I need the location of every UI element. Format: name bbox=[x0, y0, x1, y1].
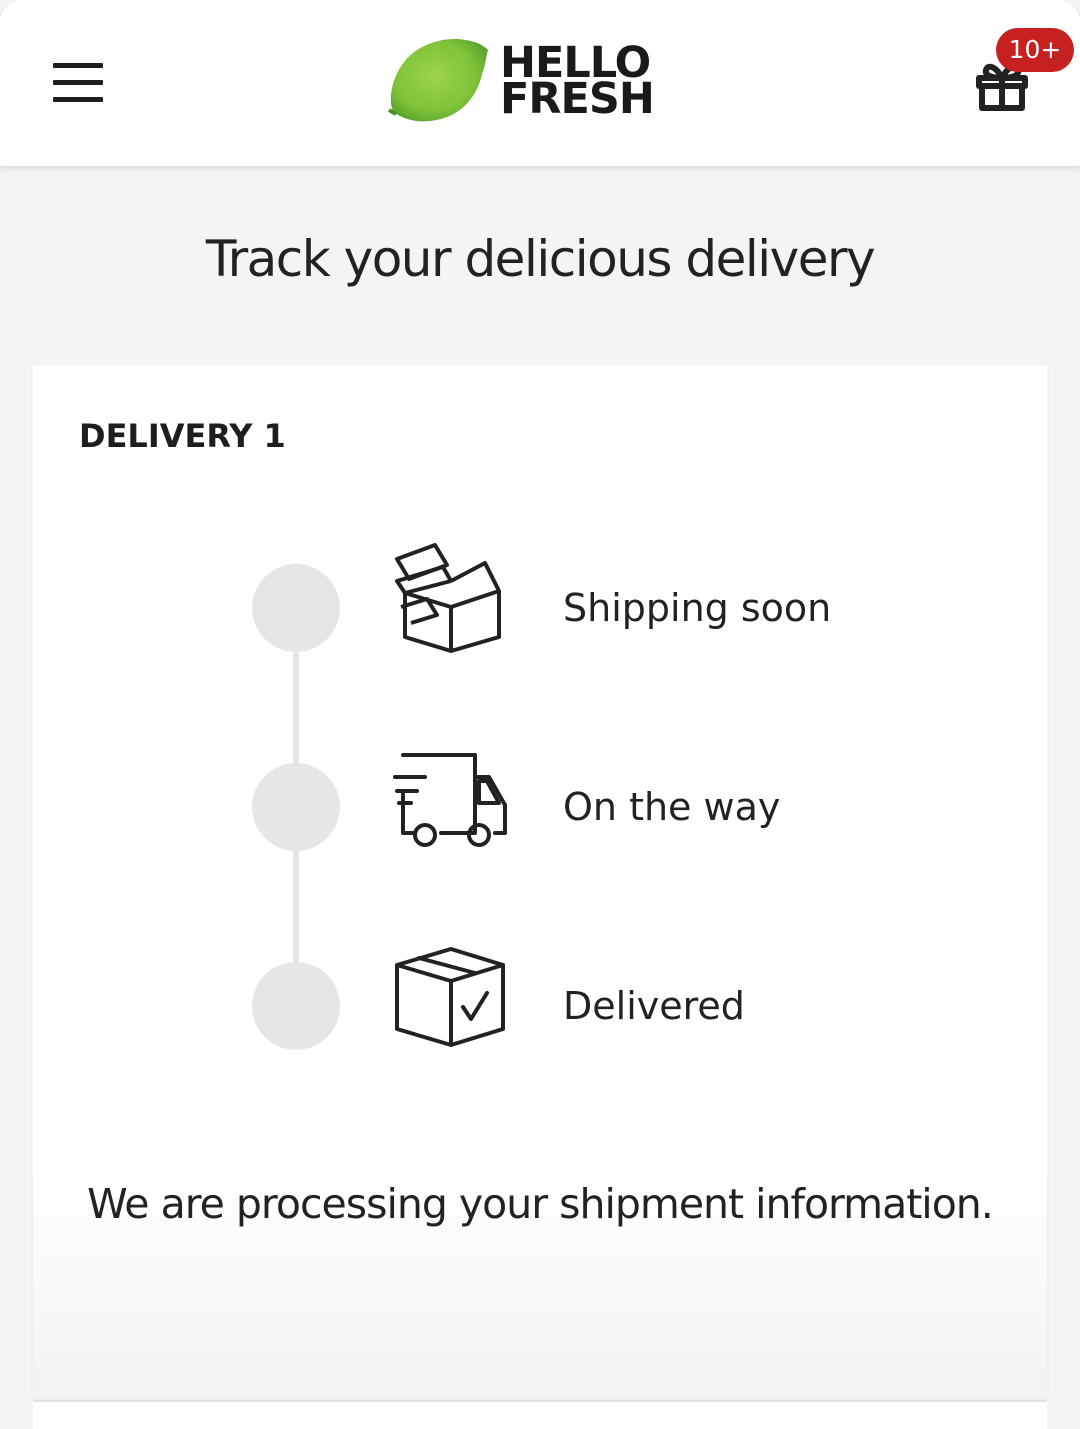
page-title: Track your delicious delivery bbox=[205, 230, 876, 288]
step-delivered-label: Delivered bbox=[563, 984, 745, 1028]
next-card-edge bbox=[33, 1400, 1047, 1429]
delivery-card: DELIVERY 1 Shipping soon On the way Deli… bbox=[33, 365, 1047, 1398]
step-shipping-soon-label: Shipping soon bbox=[563, 586, 832, 630]
step-shipping-soon-dot bbox=[252, 564, 340, 652]
step-delivered-dot bbox=[252, 962, 340, 1050]
brand-line-2: FRESH bbox=[500, 74, 655, 124]
shipment-status-message: We are processing your shipment informat… bbox=[87, 1180, 994, 1228]
app-header: HELLO FRESH 10+ bbox=[0, 0, 1080, 166]
delivery-truck-icon bbox=[391, 747, 511, 859]
gift-count-badge: 10+ bbox=[996, 28, 1074, 72]
delivery-title: DELIVERY 1 bbox=[79, 417, 286, 455]
lime-logo-icon bbox=[387, 38, 488, 122]
open-box-icon bbox=[391, 541, 511, 653]
step-on-the-way-dot bbox=[252, 763, 340, 851]
box-checked-icon bbox=[391, 945, 511, 1057]
hellofresh-logo[interactable]: HELLO FRESH bbox=[386, 34, 656, 126]
hamburger-menu-icon[interactable] bbox=[44, 52, 114, 114]
step-on-the-way-label: On the way bbox=[563, 785, 781, 829]
